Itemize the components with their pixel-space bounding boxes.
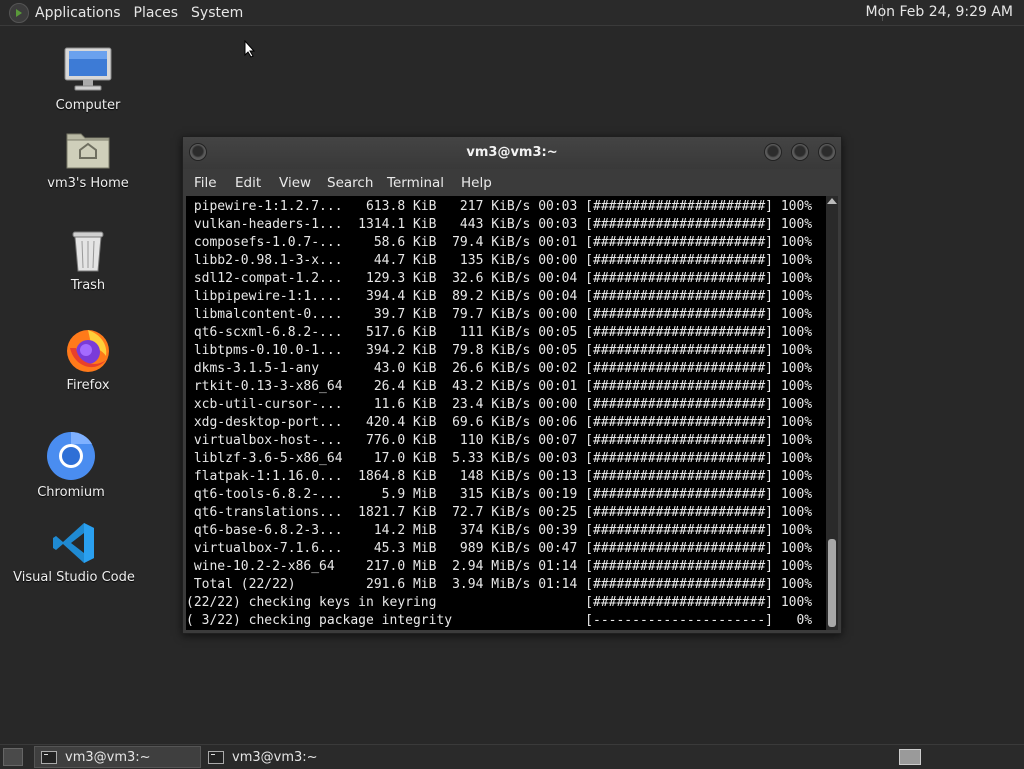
system-menu[interactable]: System [191,5,243,21]
desktop-icon-vscode[interactable]: Visual Studio Code [13,520,135,585]
bottom-panel: vm3@vm3:~ vm3@vm3:~ [0,744,1024,769]
terminal-line: qt6-base-6.8.2-3... 14.2 MiB 374 KiB/s 0… [186,523,813,538]
terminal-line: libtpms-0.10.0-1... 394.2 KiB 79.8 KiB/s… [186,343,813,358]
terminal-line: libb2-0.98.1-3-x... 44.7 KiB 135 KiB/s 0… [186,253,813,268]
terminal-line: Total (22/22) 291.6 MiB 3.94 MiB/s 01:14… [186,577,813,592]
terminal-line: wine-10.2-2-x86_64 217.0 MiB 2.94 MiB/s … [186,559,813,574]
terminal-icon [208,750,224,764]
desktop-icon-chromium[interactable]: Chromium [16,431,126,500]
terminal-line: vulkan-headers-1... 1314.1 KiB 443 KiB/s… [186,217,813,232]
menu-file[interactable]: File [194,175,217,191]
taskbar-item-terminal-2[interactable]: vm3@vm3:~ [202,746,369,768]
terminal-line: flatpak-1:1.16.0... 1864.8 KiB 148 KiB/s… [186,469,813,484]
terminal-line: libmalcontent-0.... 39.7 KiB 79.7 KiB/s … [186,307,813,322]
taskbar-item-terminal-1[interactable]: vm3@vm3:~ [34,746,201,768]
terminal-line: rtkit-0.13-3-x86_64 26.4 KiB 43.2 KiB/s … [186,379,813,394]
terminal-scrollbar[interactable] [826,196,838,630]
menu-help[interactable]: Help [461,175,492,191]
firefox-icon [67,330,109,372]
chromium-icon [47,431,95,480]
minimize-button[interactable] [764,143,782,161]
terminal-line: sdl12-compat-1.2... 129.3 KiB 32.6 KiB/s… [186,271,813,286]
clock[interactable]: Mon Feb 24, 9:29 AM [866,4,1013,20]
menu-search[interactable]: Search [327,175,373,191]
menu-edit[interactable]: Edit [235,175,261,191]
desktop-icon-label: Visual Studio Code [13,570,135,585]
terminal-line: virtualbox-host-... 776.0 KiB 110 KiB/s … [186,433,813,448]
terminal-line: pipewire-1:1.2.7... 613.8 KiB 217 KiB/s … [186,199,813,214]
computer-icon [64,47,112,91]
maximize-button[interactable] [791,143,809,161]
vscode-icon [53,523,94,563]
terminal-line: virtualbox-7.1.6... 45.3 MiB 989 KiB/s 0… [186,541,813,556]
top-panel: Applications Places System Mon Feb 24, 9… [0,0,1024,26]
window-titlebar[interactable]: vm3@vm3:~ [183,137,841,169]
terminal-line: dkms-3.1.5-1-any 43.0 KiB 26.6 KiB/s 00:… [186,361,813,376]
terminal-line: qt6-translations... 1821.7 KiB 72.7 KiB/… [186,505,813,520]
desktop-icon-home[interactable]: vm3's Home [33,128,143,191]
desktop-icon-label: Trash [70,278,106,293]
terminal-line: xcb-util-cursor-... 11.6 KiB 23.4 KiB/s … [186,397,813,412]
show-desktop-icon[interactable] [3,748,23,766]
terminal-line: libpipewire-1:1.... 394.4 KiB 89.2 KiB/s… [186,289,813,304]
taskbar-item-label: vm3@vm3:~ [232,749,318,765]
terminal-line: qt6-tools-6.8.2-... 5.9 MiB 315 KiB/s 00… [186,487,813,502]
close-button[interactable] [818,143,836,161]
terminal-line: liblzf-3.6-5-x86_64 17.0 KiB 5.33 KiB/s … [186,451,813,466]
applications-menu[interactable]: Applications [35,5,121,21]
taskbar-item-label: vm3@vm3:~ [65,749,151,765]
terminal-icon [41,750,57,764]
terminal-line: ( 3/22) checking package integrity [----… [186,613,813,628]
desktop-icon-trash[interactable]: Trash [33,228,143,293]
desktop-icon-label: Firefox [66,378,110,393]
home-folder-icon [66,133,110,169]
window-title: vm3@vm3:~ [466,145,558,160]
scrollbar-thumb[interactable] [828,539,836,627]
desktop-icon-label: Chromium [37,485,105,500]
mouse-cursor-icon [244,40,256,58]
workspace-switcher[interactable] [899,749,921,765]
trash-icon [72,231,104,272]
terminal-line: composefs-1.0.7-... 58.6 KiB 79.4 KiB/s … [186,235,813,250]
scroll-up-arrow-icon[interactable] [827,198,837,204]
places-menu[interactable]: Places [134,5,179,21]
menu-terminal[interactable]: Terminal [387,175,444,191]
desktop-icon-firefox[interactable]: Firefox [33,326,143,393]
desktop-icon-label: Computer [55,98,121,113]
distro-menu-icon[interactable] [9,2,29,23]
terminal-line: qt6-scxml-6.8.2-... 517.6 KiB 111 KiB/s … [186,325,813,340]
menu-view[interactable]: View [279,175,311,191]
desktop-icon-label: vm3's Home [47,176,129,191]
terminal-output[interactable]: pipewire-1:1.2.7... 613.8 KiB 217 KiB/s … [186,196,826,630]
terminal-line: (22/22) checking keys in keyring [######… [186,595,813,610]
desktop-icon-computer[interactable]: Computer [33,46,143,113]
terminal-line: xdg-desktop-port... 420.4 KiB 69.6 KiB/s… [186,415,813,430]
terminal-window[interactable]: vm3@vm3:~ File Edit View Search Terminal… [182,136,842,634]
terminal-menubar: File Edit View Search Terminal Help [183,169,841,195]
